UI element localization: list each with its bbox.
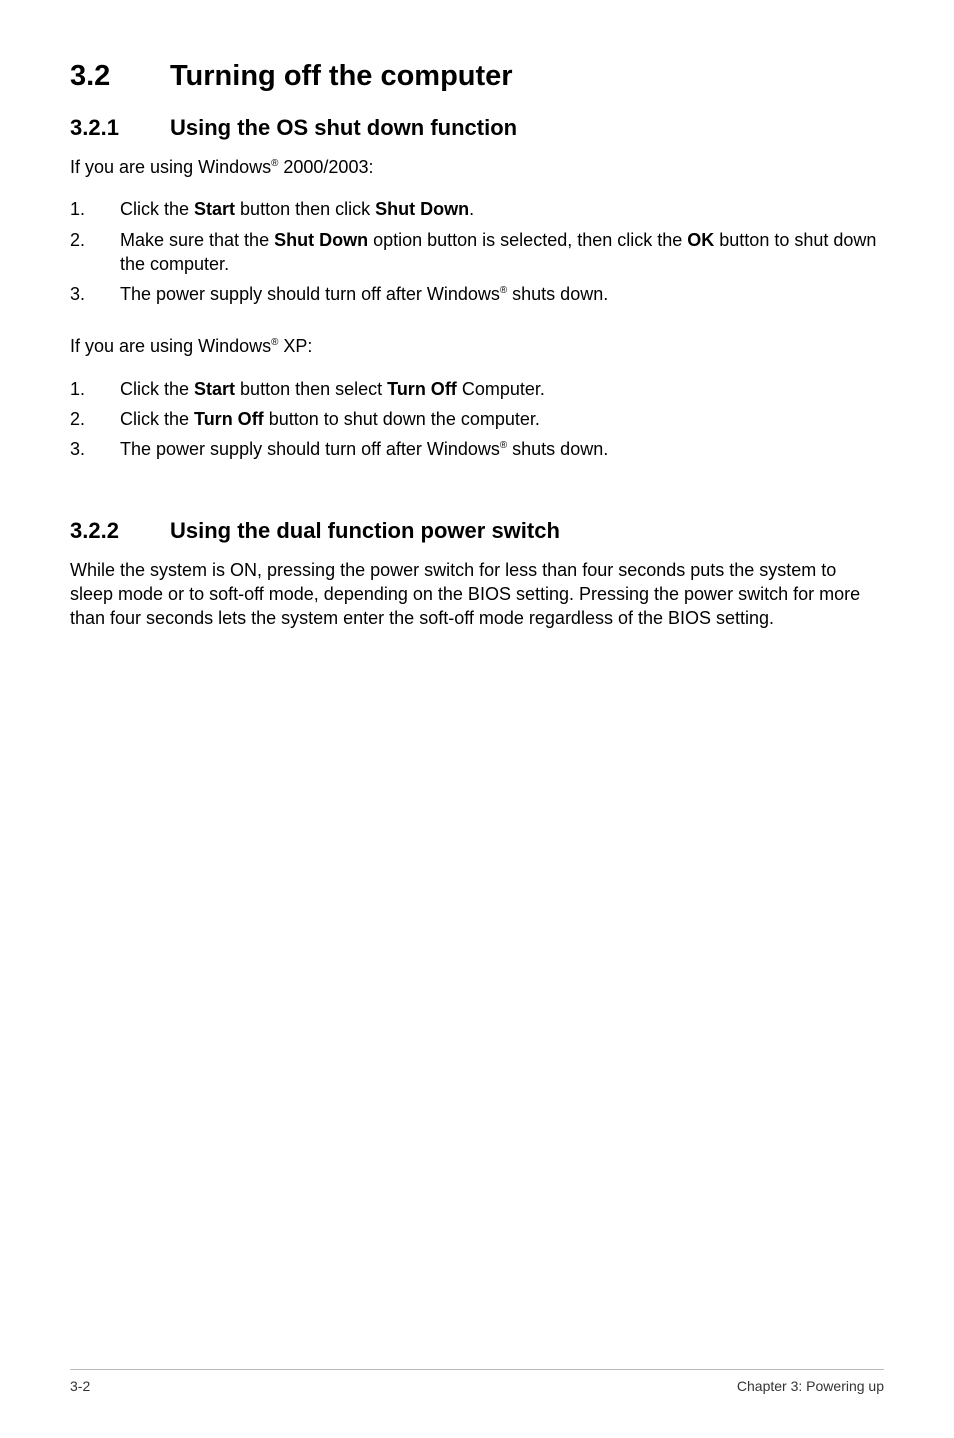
text-fragment: shuts down. xyxy=(507,439,608,459)
item-text: The power supply should turn off after W… xyxy=(120,282,884,306)
text-fragment: button then click xyxy=(235,199,375,219)
item-text: Click the Start button then click Shut D… xyxy=(120,197,884,221)
text-fragment: button to shut down the computer. xyxy=(264,409,540,429)
list-item: 2. Click the Turn Off button to shut dow… xyxy=(70,407,884,431)
item-number: 2. xyxy=(70,407,120,431)
item-text: The power supply should turn off after W… xyxy=(120,437,884,461)
text-fragment: Make sure that the xyxy=(120,230,274,250)
subsection-number: 3.2.2 xyxy=(70,518,170,544)
list-item: 1. Click the Start button then click Shu… xyxy=(70,197,884,221)
bold-text: Turn Off xyxy=(387,379,457,399)
item-number: 1. xyxy=(70,197,120,221)
item-number: 3. xyxy=(70,282,120,306)
text-fragment: If you are using Windows xyxy=(70,336,271,356)
paragraph-text: While the system is ON, pressing the pow… xyxy=(70,558,884,631)
text-fragment: button then select xyxy=(235,379,387,399)
subsection-title: Using the OS shut down function xyxy=(170,115,517,141)
item-number: 2. xyxy=(70,228,120,277)
steps-list-win2000: 1. Click the Start button then click Shu… xyxy=(70,197,884,306)
item-number: 1. xyxy=(70,377,120,401)
subsection-number: 3.2.1 xyxy=(70,115,170,141)
text-fragment: Click the xyxy=(120,409,194,429)
bold-text: Start xyxy=(194,379,235,399)
text-fragment: The power supply should turn off after W… xyxy=(120,284,500,304)
list-item: 3. The power supply should turn off afte… xyxy=(70,282,884,306)
subsection-heading: 3.2.1 Using the OS shut down function xyxy=(70,115,884,141)
bold-text: Start xyxy=(194,199,235,219)
bold-text: OK xyxy=(687,230,714,250)
steps-list-winxp: 1. Click the Start button then select Tu… xyxy=(70,377,884,462)
text-fragment: Computer. xyxy=(457,379,545,399)
list-item: 3. The power supply should turn off afte… xyxy=(70,437,884,461)
text-fragment: The power supply should turn off after W… xyxy=(120,439,500,459)
bold-text: Turn Off xyxy=(194,409,264,429)
text-fragment: If you are using Windows xyxy=(70,157,271,177)
text-fragment: 2000/2003: xyxy=(278,157,373,177)
intro-text-win2000: If you are using Windows® 2000/2003: xyxy=(70,155,884,179)
item-number: 3. xyxy=(70,437,120,461)
chapter-label: Chapter 3: Powering up xyxy=(737,1378,884,1394)
subsection-title: Using the dual function power switch xyxy=(170,518,560,544)
text-fragment: Click the xyxy=(120,199,194,219)
bold-text: Shut Down xyxy=(375,199,469,219)
section-number: 3.2 xyxy=(70,60,170,93)
section-title: Turning off the computer xyxy=(170,60,513,93)
text-fragment: XP: xyxy=(278,336,312,356)
item-text: Click the Start button then select Turn … xyxy=(120,377,884,401)
section-heading: 3.2 Turning off the computer xyxy=(70,60,884,93)
text-fragment: Click the xyxy=(120,379,194,399)
bold-text: Shut Down xyxy=(274,230,368,250)
page-number: 3-2 xyxy=(70,1378,90,1394)
item-text: Click the Turn Off button to shut down t… xyxy=(120,407,884,431)
page-footer: 3-2 Chapter 3: Powering up xyxy=(70,1369,884,1394)
text-fragment: shuts down. xyxy=(507,284,608,304)
text-fragment: . xyxy=(469,199,474,219)
intro-text-winxp: If you are using Windows® XP: xyxy=(70,334,884,358)
list-item: 1. Click the Start button then select Tu… xyxy=(70,377,884,401)
subsection-heading: 3.2.2 Using the dual function power swit… xyxy=(70,518,884,544)
text-fragment: option button is selected, then click th… xyxy=(368,230,687,250)
list-item: 2. Make sure that the Shut Down option b… xyxy=(70,228,884,277)
item-text: Make sure that the Shut Down option butt… xyxy=(120,228,884,277)
